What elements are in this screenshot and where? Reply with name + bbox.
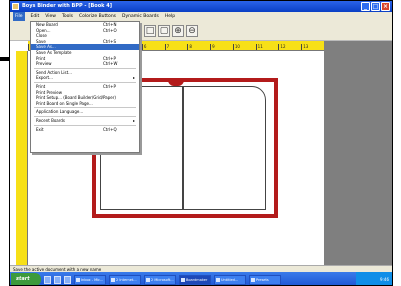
- app-icon: [12, 3, 19, 10]
- menu-item-label: Save As...: [36, 44, 56, 50]
- start-button[interactable]: start: [11, 273, 41, 285]
- title-bar[interactable]: Boys Binder with BPP - [Book 4] _ □ ×: [10, 1, 392, 12]
- ruler-tick: 10: [232, 44, 256, 50]
- taskbar-item[interactable]: 2 Microsoft...: [144, 274, 176, 285]
- menu-help[interactable]: Help: [165, 12, 175, 21]
- menu-item-label: Print Setup... (Board Builder/Grid/Paper…: [36, 95, 116, 101]
- system-tray: 9:46: [356, 272, 392, 285]
- maximize-button[interactable]: □: [371, 2, 380, 11]
- status-bar: Save the active document with a new name: [10, 265, 392, 272]
- menu-item-print-single-page[interactable]: Print Board on Single Page...: [31, 101, 139, 107]
- ruler-tick: 11: [255, 44, 279, 50]
- menu-item-label: Save As Template: [36, 49, 72, 55]
- quicklaunch-icon[interactable]: [44, 275, 51, 284]
- menu-dynamic-boards[interactable]: Dynamic Boards: [122, 12, 159, 21]
- window-controls: _ □ ×: [361, 2, 390, 11]
- menu-item-label: Send Action List...: [36, 69, 72, 75]
- rounded-rect-tool-icon[interactable]: ▢: [158, 25, 170, 37]
- minimize-button[interactable]: _: [361, 2, 370, 11]
- vertical-ruler: [16, 51, 28, 265]
- menu-edit[interactable]: Edit: [31, 12, 40, 21]
- clock: 9:46: [380, 277, 389, 282]
- quicklaunch-icon[interactable]: [64, 275, 71, 284]
- ruler-tick: 9: [210, 44, 233, 50]
- menu-item-label: New Board: [36, 22, 58, 27]
- menu-item-label: Print Board on Single Page...: [36, 100, 93, 106]
- menu-item-preview[interactable]: Preview Ctrl+W: [31, 61, 139, 67]
- taskbar-item[interactable]: Presets: [249, 274, 281, 285]
- menu-item-label: Open...: [36, 27, 51, 33]
- taskbar-item-active[interactable]: Boardmaker: [179, 274, 211, 285]
- file-menu: New Board Ctrl+N Open... Ctrl+O Close Save…: [30, 21, 140, 153]
- menu-item-label: Preview: [36, 61, 52, 67]
- app-window: Boys Binder with BPP - [Book 4] _ □ × Fi…: [9, 0, 393, 286]
- menu-item-label: Export...: [36, 75, 53, 81]
- book-right-page[interactable]: [183, 86, 266, 210]
- rectangle-tool-icon[interactable]: □: [144, 25, 156, 37]
- menu-view[interactable]: View: [45, 12, 56, 21]
- menu-item-export[interactable]: Export... ▸: [31, 75, 139, 81]
- menu-item-label: Print: [36, 55, 46, 61]
- menu-item-shortcut: Ctrl+Q: [103, 126, 117, 132]
- menu-item-exit[interactable]: Exit Ctrl+Q: [31, 127, 139, 133]
- menu-item-shortcut: Ctrl+W: [103, 61, 118, 67]
- menu-item-label: Close: [36, 33, 47, 39]
- menu-item-label: Exit: [36, 126, 44, 132]
- submenu-arrow-icon: ▸: [132, 75, 135, 81]
- menu-bar: File Edit View Tools Colorize Buttons Dy…: [10, 12, 392, 21]
- taskbar-item[interactable]: Inbox - Mic...: [74, 274, 106, 285]
- zoom-in-icon[interactable]: ⊕: [172, 25, 184, 37]
- ruler-tick: 13: [301, 44, 324, 50]
- workspace-background: [324, 41, 392, 265]
- ruler-tick: 8: [187, 44, 210, 50]
- menu-colorize-buttons[interactable]: Colorize Buttons: [79, 12, 116, 21]
- menu-tools[interactable]: Tools: [62, 12, 73, 21]
- menu-item-label: Print: [36, 83, 46, 89]
- ruler-tick: 12: [278, 44, 301, 50]
- ruler-tick: 6: [141, 44, 165, 50]
- quicklaunch-icon[interactable]: [54, 275, 61, 284]
- zoom-out-icon[interactable]: ⊖: [186, 25, 198, 37]
- menu-item-label: Application Language...: [36, 109, 84, 115]
- menu-item-application-language[interactable]: Application Language...: [31, 109, 139, 115]
- taskbar-item[interactable]: 2 Internet...: [109, 274, 141, 285]
- close-button[interactable]: ×: [381, 2, 390, 11]
- menu-item-label: Recent Boards: [36, 117, 65, 123]
- ruler-tick: 7: [164, 44, 188, 50]
- window-title: Boys Binder with BPP - [Book 4]: [22, 3, 112, 9]
- submenu-arrow-icon: ▸: [132, 117, 135, 123]
- taskbar-item[interactable]: Untitled...: [214, 274, 246, 285]
- taskbar: start Inbox - Mic... 2 Internet... 2 Mic…: [10, 272, 392, 285]
- menu-item-label: Print Preview: [36, 89, 63, 95]
- menu-item-recent-boards[interactable]: Recent Boards ▸: [31, 118, 139, 124]
- menu-item-label: Save: [36, 38, 46, 44]
- menu-file[interactable]: File: [13, 12, 25, 21]
